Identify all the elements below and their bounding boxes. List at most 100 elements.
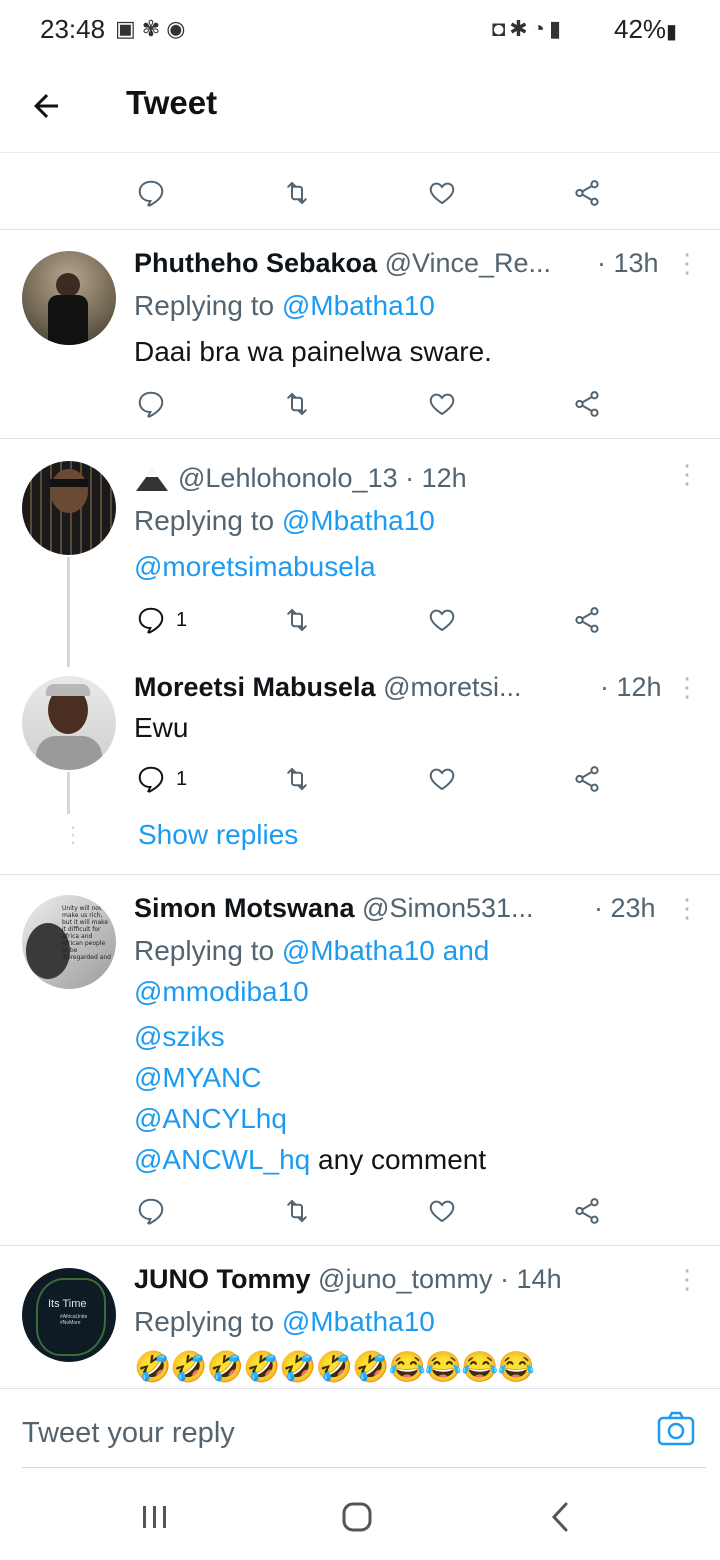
replying-to-label: Replying to [134, 1306, 275, 1337]
retweet-button[interactable] [282, 1194, 312, 1228]
mention-link[interactable]: @Mbatha10 [282, 1306, 435, 1337]
like-button[interactable] [427, 176, 457, 210]
reply-icon [138, 607, 164, 634]
reply-button[interactable]: 1 [136, 603, 187, 637]
timestamp: · 12h [405, 463, 467, 493]
tweet-moreetsi[interactable]: ⋮ Moreetsi Mabusela @moretsi... · 12h ⋮ … [0, 654, 720, 874]
mention-link[interactable]: @Mbatha10 [282, 290, 435, 321]
mention-link[interactable]: @mmodiba10 [134, 976, 309, 1008]
display-name: Phutheho Sebakoa [134, 248, 378, 278]
share-button[interactable] [572, 762, 602, 796]
reply-icon [138, 766, 164, 793]
retweet-icon [287, 1199, 307, 1223]
handle: @Lehlohonolo_13 [178, 463, 398, 493]
retweet-button[interactable] [282, 762, 312, 796]
tweet-text: any comment [310, 1144, 487, 1175]
share-button[interactable] [572, 176, 602, 210]
mention-link[interactable]: @sziks [134, 1021, 225, 1053]
tweet-juno[interactable]: Its Time #AfricaUnite #NoMore JUNO Tommy… [0, 1246, 720, 1388]
tweet-phutheho[interactable]: Phutheho Sebakoa @Vince_Re... · 13h ⋮ Re… [0, 230, 720, 438]
thread-line [67, 772, 70, 814]
retweet-icon [287, 608, 307, 632]
system-icons: ◘✱◔▮ [492, 16, 565, 42]
mention-link[interactable]: @ANCWL_hq [134, 1144, 310, 1175]
reply-button[interactable]: 1 [136, 762, 187, 796]
share-icon [575, 607, 599, 633]
status-time: 23:48 [40, 14, 106, 44]
mention-link[interactable]: @Mbatha10 [282, 505, 435, 536]
retweet-button[interactable] [282, 603, 312, 637]
eagle-emoji-icon [134, 463, 170, 493]
avatar-quote: Unity will not make us rich, but it will… [62, 905, 111, 961]
recent-apps-icon[interactable] [125, 1487, 185, 1547]
share-button[interactable] [572, 387, 602, 421]
avatar[interactable]: Unity will not make us rich, but it will… [22, 895, 116, 989]
reply-button[interactable] [136, 176, 166, 210]
mention-link[interactable]: @Mbatha10 and [282, 935, 489, 966]
avatar[interactable] [22, 676, 116, 770]
like-button[interactable] [427, 762, 457, 796]
replying-to-label: Replying to [134, 935, 275, 966]
avatar[interactable]: Its Time #AfricaUnite #NoMore [22, 1268, 116, 1362]
like-button[interactable] [427, 1194, 457, 1228]
share-icon [575, 1198, 599, 1224]
reply-count: 1 [176, 608, 188, 631]
thread-dots-icon: ⋮ [62, 822, 84, 847]
more-options-icon[interactable]: ⋮ [674, 248, 700, 278]
display-name: Simon Motswana [134, 893, 355, 923]
timestamp: · 13h [597, 248, 659, 278]
nfc-icon: ◘ [492, 16, 510, 41]
tweet-lehlohonolo[interactable]: @Lehlohonolo_13 · 12h ⋮ Replying to @Mba… [0, 439, 720, 667]
avatar[interactable] [22, 461, 116, 555]
like-button[interactable] [427, 603, 457, 637]
camera-icon[interactable] [656, 1409, 696, 1449]
share-button[interactable] [572, 1194, 602, 1228]
timestamp: · 12h [600, 672, 662, 702]
more-options-icon[interactable]: ⋮ [674, 893, 700, 923]
back-nav-icon[interactable] [530, 1487, 590, 1547]
more-options-icon[interactable]: ⋮ [674, 459, 700, 489]
share-button[interactable] [572, 603, 602, 637]
tweet-text: Ewu [134, 712, 189, 743]
status-bar: 23:48 ▣✾◉ ◘✱◔▮ 42%▮ [0, 0, 720, 60]
reply-icon [138, 1198, 164, 1225]
reply-icon [138, 180, 164, 207]
reply-input[interactable]: Tweet your reply [22, 1417, 235, 1450]
more-options-icon[interactable]: ⋮ [674, 672, 700, 702]
system-nav-bar [0, 1470, 720, 1560]
page-title: Tweet [126, 84, 218, 121]
retweet-button[interactable] [282, 176, 312, 210]
mention-link[interactable]: @MYANC [134, 1062, 261, 1094]
retweet-icon [287, 767, 307, 791]
share-icon [575, 180, 599, 206]
input-underline [22, 1467, 706, 1468]
replying-to-label: Replying to [134, 505, 275, 536]
home-icon[interactable] [327, 1487, 387, 1547]
bluetooth-icon: ✱ [509, 16, 532, 41]
mention-link[interactable]: @moretsimabusela [134, 551, 376, 583]
reply-button[interactable] [136, 387, 166, 421]
prev-tweet-action-bar [0, 153, 720, 229]
show-replies-link[interactable]: Show replies [138, 819, 298, 851]
mention-link[interactable]: @ANCYLhq [134, 1103, 287, 1135]
retweet-button[interactable] [282, 387, 312, 421]
back-arrow-icon[interactable] [28, 82, 78, 128]
reply-button[interactable] [136, 1194, 166, 1228]
display-name: JUNO Tommy [134, 1264, 311, 1294]
heart-icon [429, 393, 455, 416]
top-app-bar: Tweet [0, 60, 720, 153]
tweet-simon[interactable]: Unity will not make us rich, but it will… [0, 875, 720, 1245]
heart-icon [429, 1200, 455, 1223]
emoji-text: 🤣🤣🤣🤣🤣🤣🤣😂😂😂😂 [134, 1351, 535, 1384]
reply-count: 1 [176, 767, 188, 790]
avatar-text: Its Time [48, 1298, 87, 1310]
more-options-icon[interactable]: ⋮ [674, 1264, 700, 1294]
thread-line [67, 557, 70, 667]
wifi-icon: ◔ [531, 16, 550, 41]
share-icon [575, 391, 599, 417]
avatar[interactable] [22, 251, 116, 345]
image-icon: ▣ [115, 16, 142, 41]
battery-level: 42%▮ [614, 14, 678, 44]
reply-composer: Tweet your reply [0, 1388, 720, 1471]
like-button[interactable] [427, 387, 457, 421]
